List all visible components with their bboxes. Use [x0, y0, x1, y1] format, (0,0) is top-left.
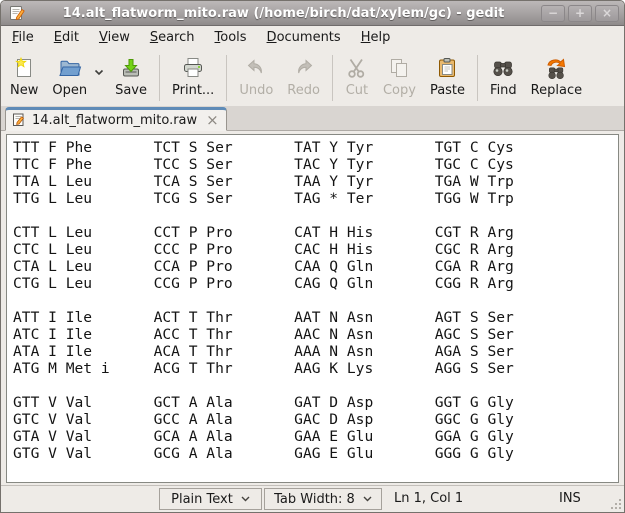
tab-close-icon[interactable]: ×	[203, 114, 219, 126]
toolbar-label: Paste	[430, 83, 465, 98]
toolbar-label: Cut	[346, 83, 368, 98]
resize-grip[interactable]	[609, 497, 621, 509]
window-title: 14.alt_flatworm_mito.raw (/home/birch/da…	[30, 6, 537, 21]
open-folder-icon	[58, 56, 82, 80]
menu-help[interactable]: Help	[351, 27, 401, 48]
undo-icon	[244, 56, 268, 80]
tab-width-selector[interactable]: Tab Width: 8	[264, 488, 382, 510]
tab-bar: 14.alt_flatworm_mito.raw ×	[1, 106, 624, 131]
text-file-icon	[12, 113, 26, 127]
find-button[interactable]: Find	[483, 52, 524, 104]
chevron-down-icon	[241, 496, 250, 502]
print-icon	[181, 56, 205, 80]
redo-button[interactable]: Redo	[280, 52, 327, 104]
copy-icon	[387, 56, 411, 80]
toolbar-separator	[332, 55, 333, 101]
tab-label: 14.alt_flatworm_mito.raw	[32, 113, 197, 128]
find-icon	[491, 56, 515, 80]
toolbar-label: Save	[115, 83, 147, 98]
open-recent-dropdown[interactable]	[94, 52, 108, 104]
toolbar-label: New	[10, 83, 38, 98]
save-icon	[119, 56, 143, 80]
language-selector[interactable]: Plain Text	[159, 488, 262, 510]
tab-width-label: Tab Width: 8	[274, 492, 355, 507]
toolbar-separator	[159, 55, 160, 101]
toolbar-label: Print...	[172, 83, 214, 98]
toolbar-label: Find	[490, 83, 517, 98]
minimize-button[interactable]: −	[541, 5, 565, 22]
save-button[interactable]: Save	[108, 52, 154, 104]
toolbar-label: Undo	[239, 83, 273, 98]
open-button[interactable]: Open	[45, 52, 94, 104]
cut-icon	[345, 56, 369, 80]
titlebar: 14.alt_flatworm_mito.raw (/home/birch/da…	[1, 1, 624, 26]
cursor-position: Ln 1, Col 1	[394, 491, 463, 506]
toolbar-separator	[226, 55, 227, 101]
window-controls: − + ×	[541, 5, 619, 22]
menu-edit[interactable]: Edit	[44, 27, 89, 48]
menu-documents[interactable]: Documents	[257, 27, 351, 48]
toolbar-label: Copy	[383, 83, 416, 98]
menubar: File Edit View Search Tools Documents He…	[1, 26, 624, 49]
menu-tools[interactable]: Tools	[205, 27, 257, 48]
gedit-window: 14.alt_flatworm_mito.raw (/home/birch/da…	[0, 0, 625, 513]
statusbar: Plain Text Tab Width: 8 Ln 1, Col 1 INS	[1, 485, 624, 512]
menu-view[interactable]: View	[89, 27, 140, 48]
toolbar-label: Replace	[531, 83, 582, 98]
print-button[interactable]: Print...	[165, 52, 221, 104]
toolbar-separator	[477, 55, 478, 101]
new-document-icon	[12, 56, 36, 80]
paste-button[interactable]: Paste	[423, 52, 472, 104]
menu-file[interactable]: File	[2, 27, 44, 48]
menu-search[interactable]: Search	[140, 27, 205, 48]
copy-button[interactable]: Copy	[376, 52, 423, 104]
new-button[interactable]: New	[3, 52, 45, 104]
toolbar-label: Open	[52, 83, 87, 98]
paste-icon	[435, 56, 459, 80]
gedit-app-icon[interactable]	[8, 4, 26, 22]
undo-button[interactable]: Undo	[232, 52, 280, 104]
maximize-button[interactable]: +	[568, 5, 592, 22]
redo-icon	[292, 56, 316, 80]
chevron-down-icon	[94, 69, 104, 76]
replace-button[interactable]: Replace	[524, 52, 589, 104]
insert-mode-indicator: INS	[559, 491, 581, 506]
replace-icon	[544, 56, 568, 80]
text-content[interactable]: TTT F Phe TCT S Ser TAT Y Tyr TGT C Cys …	[7, 135, 618, 462]
toolbar-label: Redo	[287, 83, 320, 98]
tab-current-document[interactable]: 14.alt_flatworm_mito.raw ×	[5, 107, 227, 131]
chevron-down-icon	[363, 496, 372, 502]
language-label: Plain Text	[171, 492, 233, 507]
close-button[interactable]: ×	[595, 5, 619, 22]
toolbar: New Open Save	[1, 49, 624, 106]
editor: TTT F Phe TCT S Ser TAT Y Tyr TGT C Cys …	[6, 134, 619, 483]
cut-button[interactable]: Cut	[338, 52, 376, 104]
